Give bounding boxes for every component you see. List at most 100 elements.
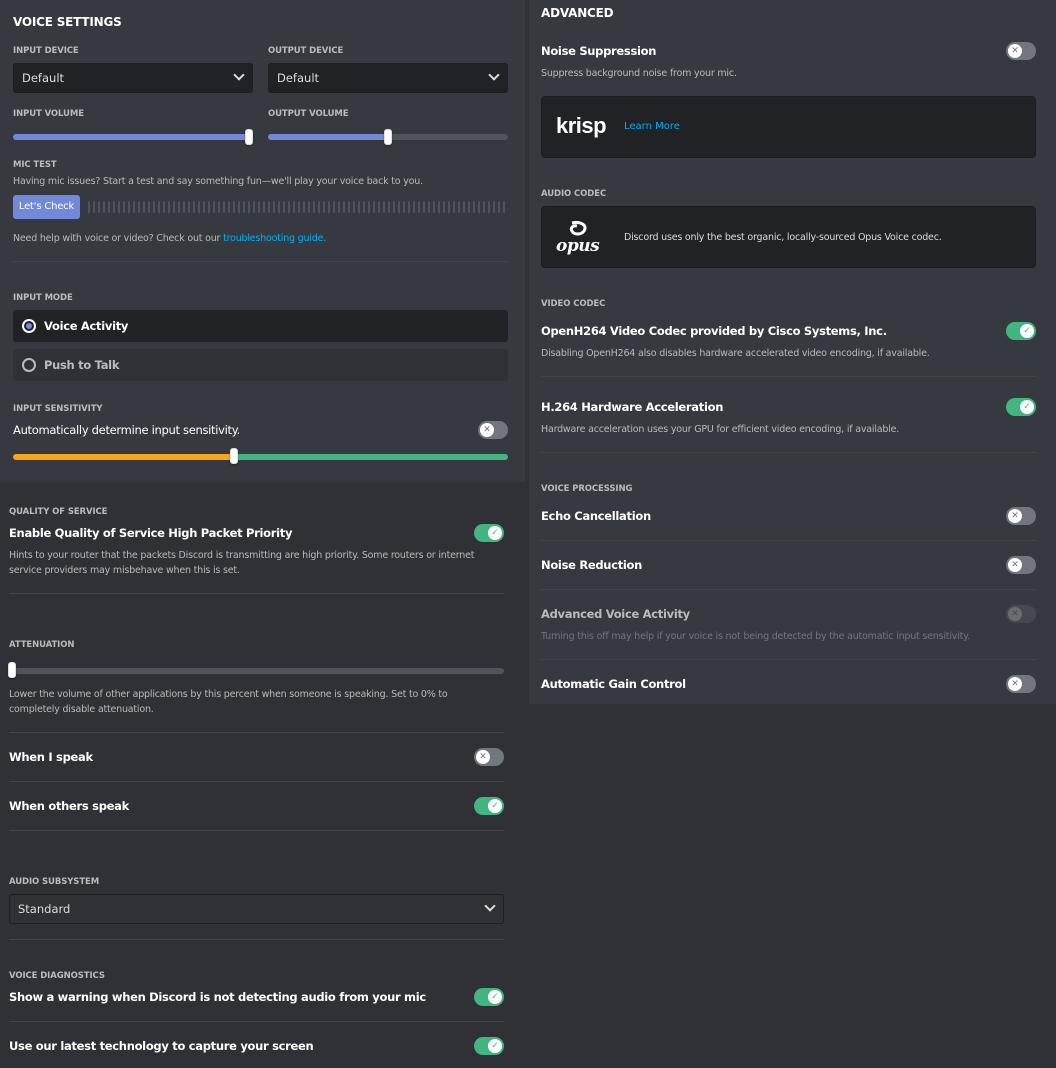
- sensitivity-handle[interactable]: [230, 448, 238, 464]
- audio-subsystem-value: Standard: [18, 902, 71, 916]
- sensitivity-bar[interactable]: [13, 454, 508, 460]
- input-volume-label: INPUT VOLUME: [13, 109, 84, 119]
- divider: [9, 1021, 504, 1022]
- echo-cancellation-toggle[interactable]: ✕: [1006, 507, 1036, 525]
- noise-suppression-title: Noise Suppression: [541, 44, 657, 58]
- divider: [9, 781, 504, 782]
- mic-meter-tick: [238, 201, 240, 213]
- mic-meter-tick: [298, 201, 300, 213]
- output-volume-label: OUTPUT VOLUME: [268, 109, 349, 119]
- mic-meter-tick: [383, 201, 385, 213]
- openh264-title: OpenH264 Video Codec provided by Cisco S…: [541, 324, 887, 338]
- when-i-speak-toggle[interactable]: ✕: [474, 748, 504, 766]
- mic-meter-tick: [448, 201, 450, 213]
- noise-reduction-toggle[interactable]: ✕: [1006, 556, 1036, 574]
- when-others-speak-toggle[interactable]: ✓: [474, 797, 504, 815]
- mic-meter-tick: [353, 201, 355, 213]
- mic-meter-tick: [233, 201, 235, 213]
- mic-meter-tick: [173, 201, 175, 213]
- mic-meter-tick: [188, 201, 190, 213]
- mic-meter-tick: [123, 201, 125, 213]
- mic-meter-tick: [503, 201, 505, 213]
- close-icon: ✕: [480, 423, 494, 437]
- krisp-learn-more-link[interactable]: Learn More: [624, 121, 680, 132]
- input-volume-slider[interactable]: [13, 134, 253, 140]
- advanced-voice-activity-toggle[interactable]: ✕: [1006, 605, 1036, 623]
- attenuation-handle[interactable]: [8, 662, 16, 678]
- advanced-voice-activity-description: Turning this off may help if your voice …: [541, 631, 971, 642]
- opus-wordmark: opus: [556, 236, 600, 256]
- mic-meter-tick: [108, 201, 110, 213]
- input-mode-push-to-talk[interactable]: Push to Talk: [13, 349, 508, 381]
- qos-description: Hints to your router that the packets Di…: [9, 550, 475, 576]
- krisp-logo: krisp: [556, 113, 607, 138]
- automatic-gain-control-toggle[interactable]: ✕: [1006, 675, 1036, 693]
- close-icon: ✕: [1008, 509, 1022, 523]
- h264-toggle[interactable]: ✓: [1006, 398, 1036, 416]
- openh264-description: Disabling OpenH264 also disables hardwar…: [541, 348, 930, 359]
- mic-test-label: MIC TEST: [13, 160, 57, 170]
- mic-meter-tick: [293, 201, 295, 213]
- lets-check-button[interactable]: Let's Check: [13, 195, 80, 219]
- voice-processing-label: VOICE PROCESSING: [541, 484, 633, 494]
- push-to-talk-label: Push to Talk: [44, 358, 120, 372]
- diagnostics-warning-label: Show a warning when Discord is not detec…: [9, 990, 426, 1004]
- output-volume-handle[interactable]: [384, 129, 392, 145]
- mic-meter-tick: [413, 201, 415, 213]
- noise-suppression-description: Suppress background noise from your mic.: [541, 68, 737, 79]
- mic-level-meter: [88, 201, 506, 213]
- mic-meter-tick: [133, 201, 135, 213]
- input-mode-voice-activity[interactable]: Voice Activity: [13, 310, 508, 342]
- qos-toggle[interactable]: ✓: [474, 524, 504, 542]
- output-device-select[interactable]: Default: [268, 63, 508, 93]
- auto-sensitivity-toggle[interactable]: ✕: [478, 421, 508, 439]
- screen-capture-toggle[interactable]: ✓: [474, 1037, 504, 1055]
- divider: [541, 659, 1036, 660]
- mic-meter-tick: [463, 201, 465, 213]
- audio-subsystem-label: AUDIO SUBSYSTEM: [9, 877, 100, 887]
- output-volume-fill: [268, 134, 388, 140]
- mic-meter-tick: [333, 201, 335, 213]
- mic-meter-tick: [268, 201, 270, 213]
- diagnostics-warning-toggle[interactable]: ✓: [474, 988, 504, 1006]
- close-icon: ✕: [1008, 677, 1022, 691]
- mic-meter-tick: [348, 201, 350, 213]
- help-text-prefix: Need help with voice or video? Check out…: [13, 233, 221, 244]
- when-others-speak-label: When others speak: [9, 799, 129, 813]
- check-icon: ✓: [488, 990, 502, 1004]
- input-device-value: Default: [22, 71, 65, 85]
- mic-meter-tick: [358, 201, 360, 213]
- opus-description: Discord uses only the best organic, loca…: [624, 232, 942, 243]
- mic-meter-tick: [203, 201, 205, 213]
- mic-meter-tick: [228, 201, 230, 213]
- mic-meter-tick: [248, 201, 250, 213]
- mic-meter-tick: [118, 201, 120, 213]
- noise-reduction-title: Noise Reduction: [541, 558, 643, 572]
- audio-subsystem-select[interactable]: Standard: [9, 894, 504, 924]
- divider: [541, 589, 1036, 590]
- voice-settings-panel: VOICE SETTINGS INPUT DEVICE Default OUTP…: [0, 0, 525, 482]
- noise-suppression-toggle[interactable]: ✕: [1006, 42, 1036, 60]
- openh264-toggle[interactable]: ✓: [1006, 322, 1036, 340]
- mic-meter-tick: [158, 201, 160, 213]
- voice-activity-label: Voice Activity: [44, 319, 129, 333]
- divider: [541, 540, 1036, 541]
- h264-title: H.264 Hardware Acceleration: [541, 400, 724, 414]
- mic-meter-tick: [318, 201, 320, 213]
- mic-meter-tick: [148, 201, 150, 213]
- input-device-select[interactable]: Default: [13, 63, 253, 93]
- mic-meter-tick: [178, 201, 180, 213]
- troubleshooting-link[interactable]: troubleshooting guide.: [223, 233, 326, 244]
- divider: [13, 261, 508, 262]
- mic-meter-tick: [458, 201, 460, 213]
- mic-meter-tick: [393, 201, 395, 213]
- right-empty-area: [529, 704, 1056, 1068]
- input-sensitivity-label: INPUT SENSITIVITY: [13, 404, 103, 414]
- attenuation-slider[interactable]: [9, 668, 504, 674]
- mic-meter-tick: [328, 201, 330, 213]
- mic-meter-tick: [243, 201, 245, 213]
- input-volume-handle[interactable]: [245, 129, 253, 145]
- mic-meter-tick: [468, 201, 470, 213]
- mic-meter-tick: [153, 201, 155, 213]
- sensitivity-below: [13, 454, 236, 460]
